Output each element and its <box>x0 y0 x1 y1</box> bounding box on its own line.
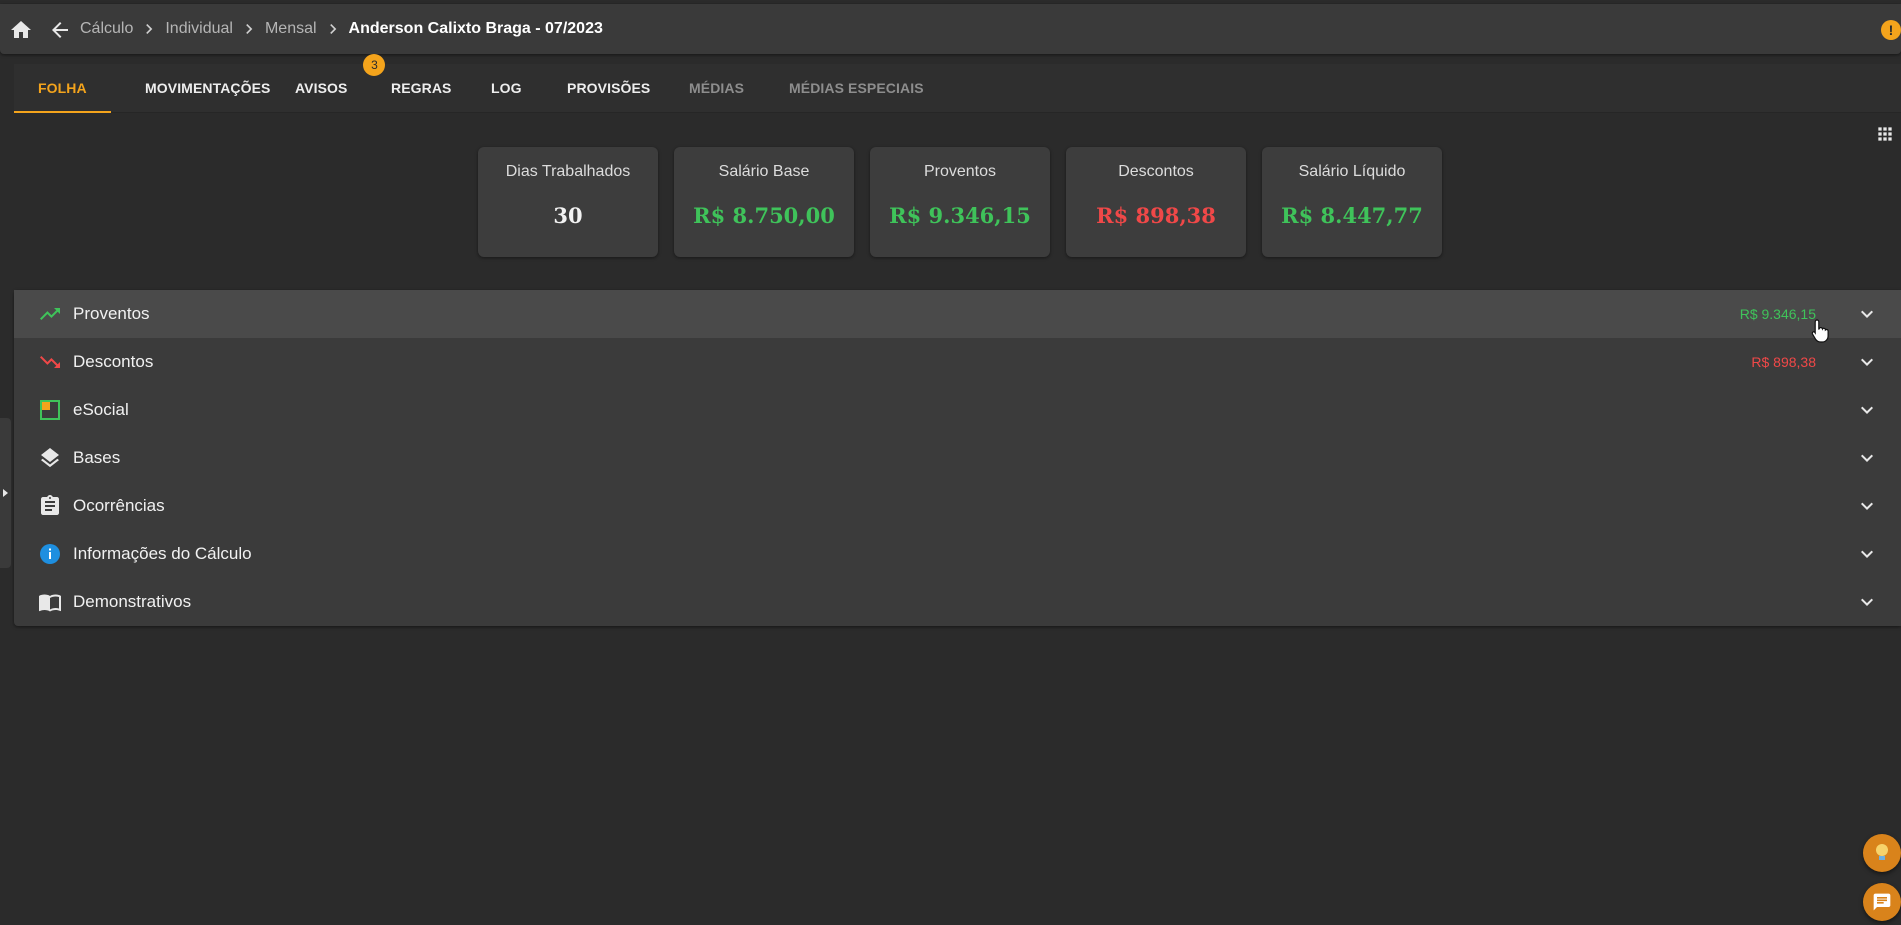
card-value: R$ 8.750,00 <box>693 203 835 228</box>
tab-avisos-label: AVISOS <box>295 80 348 96</box>
info-icon <box>40 544 60 564</box>
warning-icon[interactable]: ! <box>1881 20 1901 40</box>
section-amount: R$ 9.346,15 <box>1739 306 1816 322</box>
tab-log[interactable]: LOG <box>467 64 546 112</box>
side-drawer-handle[interactable] <box>0 418 11 568</box>
breadcrumb-mensal[interactable]: Mensal <box>265 20 317 38</box>
card-label: Salário Líquido <box>1298 163 1406 180</box>
card-dias-trabalhados: Dias Trabalhados 30 <box>478 147 658 257</box>
section-demonstrativos[interactable]: Demonstrativos <box>14 578 1901 626</box>
trending-down-icon <box>40 356 60 368</box>
caret-right-icon <box>3 489 8 497</box>
card-label: Dias Trabalhados <box>505 163 631 180</box>
card-label: Descontos <box>1118 163 1194 180</box>
chevron-right-icon <box>329 24 336 34</box>
lightbulb-icon <box>1876 844 1888 860</box>
tab-avisos[interactable]: AVISOS 3 <box>271 54 386 112</box>
chevron-right-icon <box>146 24 153 34</box>
clipboard-icon <box>41 495 59 515</box>
card-value: R$ 898,38 <box>1096 203 1216 228</box>
card-value: 30 <box>553 203 583 228</box>
sections-accordion: Proventos R$ 9.346,15 Descontos R$ 898,3… <box>14 290 1901 626</box>
breadcrumb-current: Anderson Calixto Braga - 07/2023 <box>348 20 603 37</box>
back-arrow-icon[interactable] <box>48 18 72 42</box>
section-label: Bases <box>73 448 121 467</box>
tab-medias[interactable]: MÉDIAS <box>665 64 768 112</box>
tab-provisoes[interactable]: PROVISÕES <box>543 64 674 112</box>
tab-medias-especiais[interactable]: MÉDIAS ESPECIAIS <box>765 64 948 112</box>
breadcrumb: Cálculo Individual Mensal Anderson Calix… <box>80 4 603 54</box>
card-label: Salário Base <box>718 163 810 180</box>
card-salario-liquido: Salário Líquido R$ 8.447,77 <box>1262 147 1442 257</box>
tab-bar: FOLHA MOVIMENTAÇÕES AVISOS 3 REGRAS LOG … <box>14 54 1901 113</box>
section-proventos[interactable]: Proventos R$ 9.346,15 <box>14 290 1901 338</box>
chevron-down-icon[interactable] <box>1855 446 1879 470</box>
summary-cards: Dias Trabalhados 30 Salário Base R$ 8.75… <box>478 147 1442 257</box>
tab-folha[interactable]: FOLHA <box>14 64 111 113</box>
chat-button[interactable] <box>1863 883 1901 921</box>
section-label: Descontos <box>73 352 154 371</box>
chevron-down-icon[interactable] <box>1855 494 1879 518</box>
card-value: R$ 9.346,15 <box>889 203 1031 228</box>
section-bases[interactable]: Bases <box>14 434 1901 482</box>
card-descontos: Descontos R$ 898,38 <box>1066 147 1246 257</box>
section-label: eSocial <box>73 400 129 419</box>
section-ocorrencias[interactable]: Ocorrências <box>14 482 1901 530</box>
chevron-down-icon[interactable] <box>1855 590 1879 614</box>
home-icon[interactable] <box>9 18 33 42</box>
card-label: Proventos <box>923 163 997 180</box>
tips-button[interactable] <box>1863 834 1901 872</box>
section-esocial[interactable]: eSocial <box>14 386 1901 434</box>
layers-icon <box>41 448 59 468</box>
chevron-down-icon[interactable] <box>1855 398 1879 422</box>
breadcrumb-calculo[interactable]: Cálculo <box>80 20 133 38</box>
section-label: Ocorrências <box>73 496 165 515</box>
breadcrumb-individual[interactable]: Individual <box>165 20 233 38</box>
section-label: Informações do Cálculo <box>73 544 252 563</box>
section-amount: R$ 898,38 <box>1751 354 1816 370</box>
chevron-down-icon[interactable] <box>1855 542 1879 566</box>
tab-regras[interactable]: REGRAS <box>367 64 476 112</box>
book-icon <box>39 594 61 612</box>
section-label: Demonstrativos <box>73 592 192 611</box>
chevron-down-icon[interactable] <box>1855 302 1879 326</box>
chevron-down-icon[interactable] <box>1855 350 1879 374</box>
hand-cursor-icon <box>1811 319 1829 343</box>
card-salario-base: Salário Base R$ 8.750,00 <box>674 147 854 257</box>
section-informacoes-calculo[interactable]: Informações do Cálculo <box>14 530 1901 578</box>
chevron-right-icon <box>246 24 253 34</box>
trending-up-icon <box>40 308 60 320</box>
esocial-icon <box>40 400 60 420</box>
top-bar: Cálculo Individual Mensal Anderson Calix… <box>0 4 1901 54</box>
card-proventos: Proventos R$ 9.346,15 <box>870 147 1050 257</box>
section-descontos[interactable]: Descontos R$ 898,38 <box>14 338 1901 386</box>
grid-view-icon[interactable] <box>1875 124 1895 144</box>
card-value: R$ 8.447,77 <box>1281 203 1423 228</box>
tab-movimentacoes[interactable]: MOVIMENTAÇÕES <box>121 64 295 112</box>
chat-icon <box>1873 893 1891 911</box>
section-label: Proventos <box>73 304 150 323</box>
